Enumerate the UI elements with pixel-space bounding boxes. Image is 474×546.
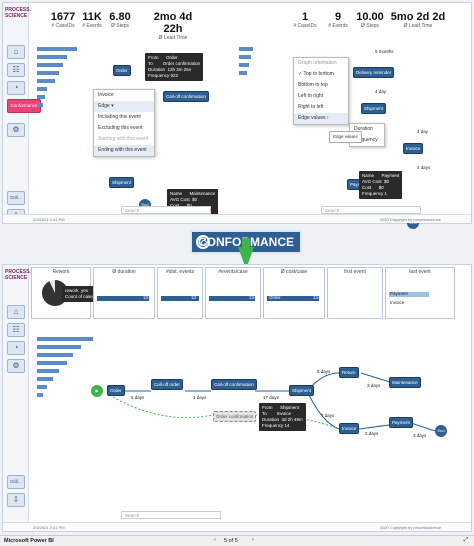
node-call-off-confirmation[interactable]: Call-off confirmation	[211, 379, 257, 390]
node-shipment-right[interactable]: Shipment	[361, 103, 387, 114]
orient-left-right[interactable]: Left to right	[294, 91, 348, 102]
node-tooltip-payment: Name Payment AVG Cost $0 Cost $0 Frequen…	[359, 171, 403, 199]
edge-label-6: 2 days	[365, 431, 379, 436]
node-maintenance[interactable]: Maintenance	[389, 377, 421, 388]
menu-excluding[interactable]: Excluding this event	[94, 123, 154, 134]
home-icon[interactable]: ⌂	[7, 45, 25, 59]
menu-ending[interactable]: Ending with this event	[94, 145, 154, 156]
orient-edge-values[interactable]: Edge values ›	[294, 113, 348, 124]
powerbi-app-name: Microsoft Power BI	[4, 538, 54, 544]
edge-dropdown[interactable]: Edge ▾	[94, 101, 154, 112]
conformance-button[interactable]: Conformance	[7, 99, 41, 113]
page-indicator: 5 of 5	[224, 538, 238, 544]
bottom-report-panel: PROCESS. SCIENCE ⌂ ☷ ◔ ⚙ Drill... ⇩ Rewor…	[2, 264, 472, 532]
menu-starting[interactable]: Starting with this event	[94, 134, 154, 145]
kpi-lead-time: 2mo 4d 22h Ø Lead Time	[153, 11, 193, 41]
search-input-right[interactable]: Search	[321, 206, 421, 214]
kpi-events-right: 9 # Events	[328, 11, 348, 29]
invoice-label: Invoice	[98, 92, 114, 98]
node-delivery-reminder[interactable]: Delivery reminder	[353, 67, 395, 78]
orient-right-left[interactable]: Right to left	[294, 102, 348, 113]
edge-values-tooltip: Edge values	[329, 131, 362, 143]
prev-page-button[interactable]: ‹	[214, 537, 216, 543]
edge-label-2: 1 days	[193, 395, 207, 400]
edge-label-8: 7 days	[321, 413, 335, 418]
target-icon	[196, 235, 210, 249]
orient-header: Graph orientation	[298, 60, 337, 66]
node-end[interactable]: End	[435, 425, 447, 437]
menu-including[interactable]: Including this event	[94, 112, 154, 123]
node-call-off-confirmation[interactable]: Call-off confirmation	[163, 91, 209, 102]
node-call-off-order[interactable]: Call-off order	[151, 379, 183, 390]
node-shipment[interactable]: Shipment	[289, 385, 315, 396]
node-invoice[interactable]: Invoice	[339, 423, 360, 434]
edge-tooltip-shipment-invoice: From Shipment To Invoice Duration 3d 2h …	[259, 403, 306, 431]
node-return[interactable]: Return	[339, 367, 359, 378]
kpi-caseids-right: 1 # CaseIDs	[293, 11, 317, 29]
top-footer: 2/3/2021 2:41 PM 2020 Copyright by proce…	[3, 214, 471, 223]
analysis-icon[interactable]: ◔	[7, 81, 25, 95]
top-report-panel: PROCESS. SCIENCE ⌂ ☷ ◔ Conformance ⚙ Dril…	[2, 2, 472, 229]
edge-label-4-days: 4 days	[417, 165, 431, 170]
edge-label-7: 3 days	[413, 433, 427, 438]
next-page-button[interactable]: ›	[252, 537, 254, 543]
search-input[interactable]: Search	[121, 206, 211, 214]
node-order[interactable]: Order	[113, 65, 131, 76]
node-shipment-left[interactable]: Shipment	[109, 177, 135, 188]
orient-bottom-top[interactable]: Bottom to top	[294, 80, 348, 91]
process-edges	[112, 372, 436, 432]
orient-top-bottom[interactable]: ✓ Top to bottom	[294, 69, 348, 80]
node-payment[interactable]: Payment	[389, 417, 413, 428]
kpi-steps: 6.80 Ø Steps	[109, 11, 131, 29]
edge-label-1: 5 days	[131, 395, 145, 400]
edge-label-4: 8 days	[317, 369, 331, 374]
settings-icon[interactable]: ⚙	[7, 123, 25, 137]
bottom-footer: 2/3/2021 2:41 PM 2020 Copyright by proce…	[3, 522, 471, 531]
edge-label-5: 3 days	[367, 383, 381, 388]
powerbi-status-bar: Microsoft Power BI ‹ 5 of 5 › ⤢	[0, 535, 474, 546]
node-invoice-right[interactable]: Invoice	[403, 143, 424, 154]
drill-button[interactable]: Drill...	[7, 191, 25, 205]
process-icon[interactable]: ☷	[7, 63, 25, 77]
brand-logo: PROCESS. SCIENCE	[5, 7, 31, 19]
kpi-lead-time-right: 5mo 2d 2d Ø Lead Time	[390, 11, 446, 29]
node-order[interactable]: Order	[107, 385, 125, 396]
search-input-bottom[interactable]: Search	[121, 511, 221, 519]
node-order-confirmation-missing[interactable]: Order confirmation	[213, 411, 257, 422]
left-sidebar: PROCESS. SCIENCE ⌂ ☷ ◔ Conformance ⚙ Dril…	[3, 3, 41, 223]
edge-label-5-months: 5 months	[375, 49, 394, 54]
node-start[interactable]: ▶	[91, 385, 103, 397]
edge-tooltip-order: From Order To Order confirmation Duratio…	[145, 53, 204, 81]
graph-orientation-menu: Graph orientation ✓ Top to bottom Bottom…	[293, 57, 349, 125]
edge-label-4-day-b: 4 day	[417, 129, 429, 134]
edge-label-3: 17 days	[263, 395, 279, 400]
kpi-steps-right: 10.00 Ø Steps	[356, 11, 384, 29]
invoice-filter-menu: Invoice Edge ▾ Including this event Excl…	[93, 89, 155, 157]
fullscreen-icon[interactable]: ⤢	[464, 537, 468, 544]
edge-label-4-day: 4 day	[375, 89, 387, 94]
